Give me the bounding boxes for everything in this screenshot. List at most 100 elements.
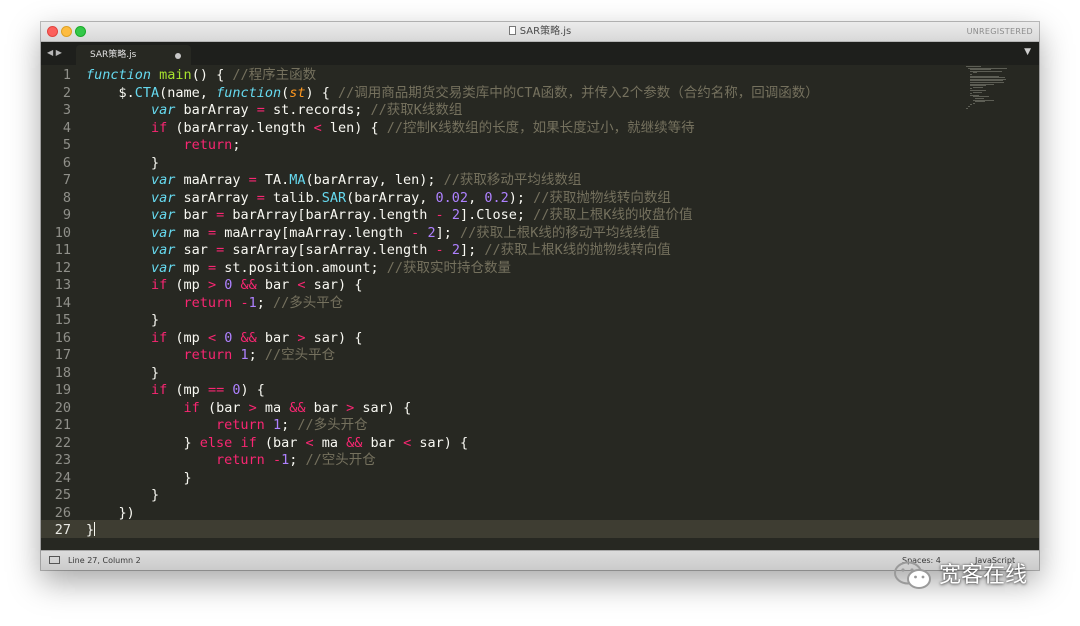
code-token: if [151,119,168,136]
code-editor[interactable]: 1 2 3 4 5 6 7 8 9 10 11 12 13 14 15 16 17 18 19 20 21 22 23 24 2… [41,65,1039,550]
code-token: ]; [459,242,485,258]
code-line[interactable]: } else if (bar < ma && bar < sar) { [86,435,469,453]
minimap-line [966,107,968,109]
window-title-text: SAR策略.js [519,26,572,37]
code-line[interactable]: var barArray = st.records; //获取K线数组 [86,102,462,120]
wechat-icon [894,561,931,589]
title-bar[interactable]: SAR策略.js UNREGISTERED [41,22,1039,42]
code-token: } [86,154,160,171]
line-number: 5 [62,137,71,153]
code-token: if [151,277,168,293]
code-line[interactable]: }) [86,505,135,523]
code-token: ma [256,399,290,416]
line-number: 23 [54,452,71,468]
code-line[interactable]: } [86,155,159,173]
code-token: = [207,259,217,276]
code-line[interactable]: return 1; //多头开仓 [86,417,368,435]
code-token: (mp [167,329,208,346]
code-token: = [256,102,265,118]
code-line[interactable]: if (mp == 0) { [86,382,265,400]
line-number: 17 [54,347,71,363]
code-line[interactable]: if (bar > ma && bar > sar) { [86,399,412,418]
minimap-line [968,106,971,107]
code-token: } [86,522,95,538]
code-line[interactable]: var ma = maArray[maArray.length - 2]; //… [86,225,660,243]
code-line[interactable]: if (barArray.length < len) { //控制K线数组的长度… [86,120,695,138]
code-line[interactable]: } [86,522,94,540]
code-line[interactable]: var maArray = TA.MA(barArray, len); //获取… [86,172,581,190]
code-line[interactable]: } [86,312,159,330]
line-number: 19 [54,382,71,398]
code-token: , [468,189,485,206]
line-number: 14 [54,294,71,311]
code-token: (name, [159,84,217,101]
code-token: var [151,242,176,258]
code-line[interactable]: } [86,365,159,383]
code-line[interactable]: var sarArray = talib.SAR(barArray, 0.02,… [86,190,671,208]
window-title: SAR策略.js [41,22,1039,41]
code-token: ; [289,452,306,468]
code-token: - [435,207,444,223]
code-token: var [151,207,176,223]
tab-navigation-arrows-icon[interactable]: ◀ ▶ [47,42,62,64]
code-token: sar) { [354,399,412,416]
code-line[interactable]: if (mp < 0 && bar > sar) { [86,330,362,348]
code-token: ; [256,294,274,311]
code-line[interactable]: function main() { //程序主函数 [86,67,316,85]
tab-bar: ◀ ▶ SAR策略.js ▼ [41,42,1039,65]
code-line[interactable]: if (mp > 0 && bar < sar) { [86,277,362,295]
unsaved-dot-icon[interactable] [175,53,181,59]
panel-toggle-icon[interactable] [49,556,60,564]
code-token: if [151,382,168,398]
code-token: = [216,207,225,223]
code-token: sarArray[sarArray.length [224,242,436,258]
code-line[interactable]: } [86,487,159,505]
code-line[interactable]: return 1; //空头平仓 [86,347,336,365]
code-token: sarArray [175,189,257,206]
line-number: 18 [54,364,71,381]
code-token: > [248,399,257,416]
line-number: 27 [54,522,71,538]
tab-list-dropdown-icon[interactable]: ▼ [1024,47,1031,57]
code-token: (mp [167,277,208,293]
minimap-line [970,104,973,106]
code-token: (barArray, len); [305,172,444,188]
code-line[interactable]: var mp = st.position.amount; //获取实时持仓数量 [86,260,511,278]
line-number: 13 [54,277,71,293]
code-line[interactable]: } [86,470,192,488]
code-token: (mp [167,382,208,398]
code-comment: //获取上根K线的移动平均线线值 [459,224,660,241]
code-line[interactable]: var sar = sarArray[sarArray.length - 2];… [86,242,671,260]
code-token: CTA [134,84,160,101]
code-line[interactable]: return -1; //多头平仓 [86,294,344,313]
line-number: 11 [54,242,71,258]
code-token: () { [191,67,233,83]
code-token: st.records; [264,102,371,118]
code-comment: //获取上根K线的收盘价值 [533,207,693,223]
code-line[interactable]: return -1; //空头开仓 [86,452,376,470]
code-line[interactable]: $.CTA(name, function(st) { //调用商品期货交易类库中… [86,85,819,103]
minimap-line [972,86,983,88]
tab-sar-strategy[interactable]: SAR策略.js [76,45,191,65]
code-token: }) [86,504,135,521]
code-comment: //获取实时持仓数量 [386,259,512,276]
line-number: 6 [62,154,71,171]
code-token: 0.02 [435,189,469,206]
code-line[interactable]: var bar = barArray[barArray.length - 2].… [86,207,693,225]
code-token: ma [175,224,208,241]
code-token: maArray[maArray.length [216,224,412,241]
watermark: 宽客在线 [893,558,1053,594]
line-number: 1 [62,67,71,83]
code-token: var [151,102,176,118]
license-status: UNREGISTERED [966,27,1033,36]
minimap[interactable] [966,65,1036,110]
code-line[interactable]: return; [86,137,241,155]
